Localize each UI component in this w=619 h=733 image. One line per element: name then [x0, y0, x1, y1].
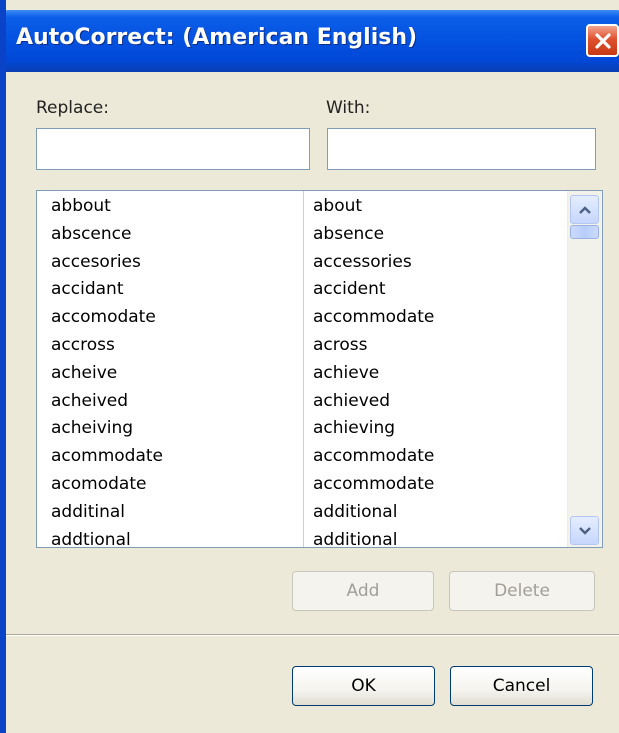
replace-cell: abscence — [51, 223, 132, 244]
with-cell: accommodate — [313, 474, 435, 494]
with-cell: accessories — [313, 251, 412, 272]
with-cell: achieve — [313, 362, 380, 383]
scroll-up-button[interactable] — [570, 195, 599, 224]
chevron-down-icon — [578, 521, 592, 540]
autocorrect-dialog: AutoCorrect: (American English) Replace:… — [0, 0, 619, 733]
replace-cell: abbout — [51, 196, 111, 216]
replace-cell: addtional — [51, 529, 131, 548]
add-button[interactable]: Add — [292, 571, 434, 611]
list-item[interactable]: acommodate accommodate — [37, 445, 561, 473]
replace-input[interactable] — [36, 128, 310, 170]
close-button[interactable] — [586, 24, 619, 57]
with-cell: absence — [313, 223, 385, 244]
replace-cell: accesories — [51, 251, 141, 272]
replace-cell: acomodate — [51, 474, 147, 494]
with-cell: achieving — [313, 418, 396, 439]
list-item[interactable]: accesories accessories — [37, 251, 561, 279]
list-item[interactable]: accidant accident — [37, 278, 561, 306]
scroll-down-button[interactable] — [570, 516, 599, 545]
ok-button[interactable]: OK — [292, 666, 435, 706]
list-item[interactable]: acheived achieved — [37, 390, 561, 418]
with-cell: about — [313, 196, 363, 216]
replace-cell: accomodate — [51, 307, 156, 328]
delete-button[interactable]: Delete — [449, 571, 595, 611]
with-label: With: — [326, 98, 371, 118]
list-item[interactable]: accomodate accommodate — [37, 306, 561, 334]
with-cell: accommodate — [313, 446, 435, 467]
separator — [6, 634, 619, 636]
cancel-button[interactable]: Cancel — [450, 666, 593, 706]
vertical-scrollbar[interactable] — [567, 191, 602, 547]
replace-cell: accross — [51, 335, 115, 355]
replace-cell: acommodate — [51, 446, 164, 467]
list-item[interactable]: acomodate accommodate — [37, 473, 561, 501]
with-cell: additional — [313, 529, 398, 548]
autocorrect-list[interactable]: abbout about abscence absence accesories acce… — [36, 190, 603, 548]
scrollbar-thumb[interactable] — [570, 225, 599, 239]
list-item[interactable]: accross across — [37, 334, 561, 362]
list-item[interactable]: addtional additional — [37, 529, 561, 548]
replace-cell: acheiving — [51, 418, 134, 439]
close-icon — [593, 31, 613, 51]
with-cell: achieved — [313, 390, 391, 411]
list-item[interactable]: additinal additional — [37, 501, 561, 529]
list-item[interactable]: abscence absence — [37, 223, 561, 251]
window-title: AutoCorrect: (American English) — [16, 25, 418, 50]
replace-cell: acheive — [51, 362, 118, 383]
chevron-up-icon — [578, 200, 592, 219]
replace-cell: accidant — [51, 279, 124, 300]
list-item[interactable]: acheive achieve — [37, 362, 561, 390]
replace-label: Replace: — [36, 98, 109, 118]
title-bar[interactable]: AutoCorrect: (American English) — [6, 10, 619, 72]
replace-cell: acheived — [51, 390, 129, 411]
replace-cell: additinal — [51, 501, 126, 522]
with-input[interactable] — [327, 128, 596, 170]
with-cell: accommodate — [313, 307, 435, 328]
list-item[interactable]: acheiving achieving — [37, 417, 561, 445]
with-cell: accident — [313, 279, 386, 300]
list-item[interactable]: abbout about — [37, 195, 561, 223]
with-cell: across — [313, 335, 368, 355]
with-cell: additional — [313, 501, 398, 522]
